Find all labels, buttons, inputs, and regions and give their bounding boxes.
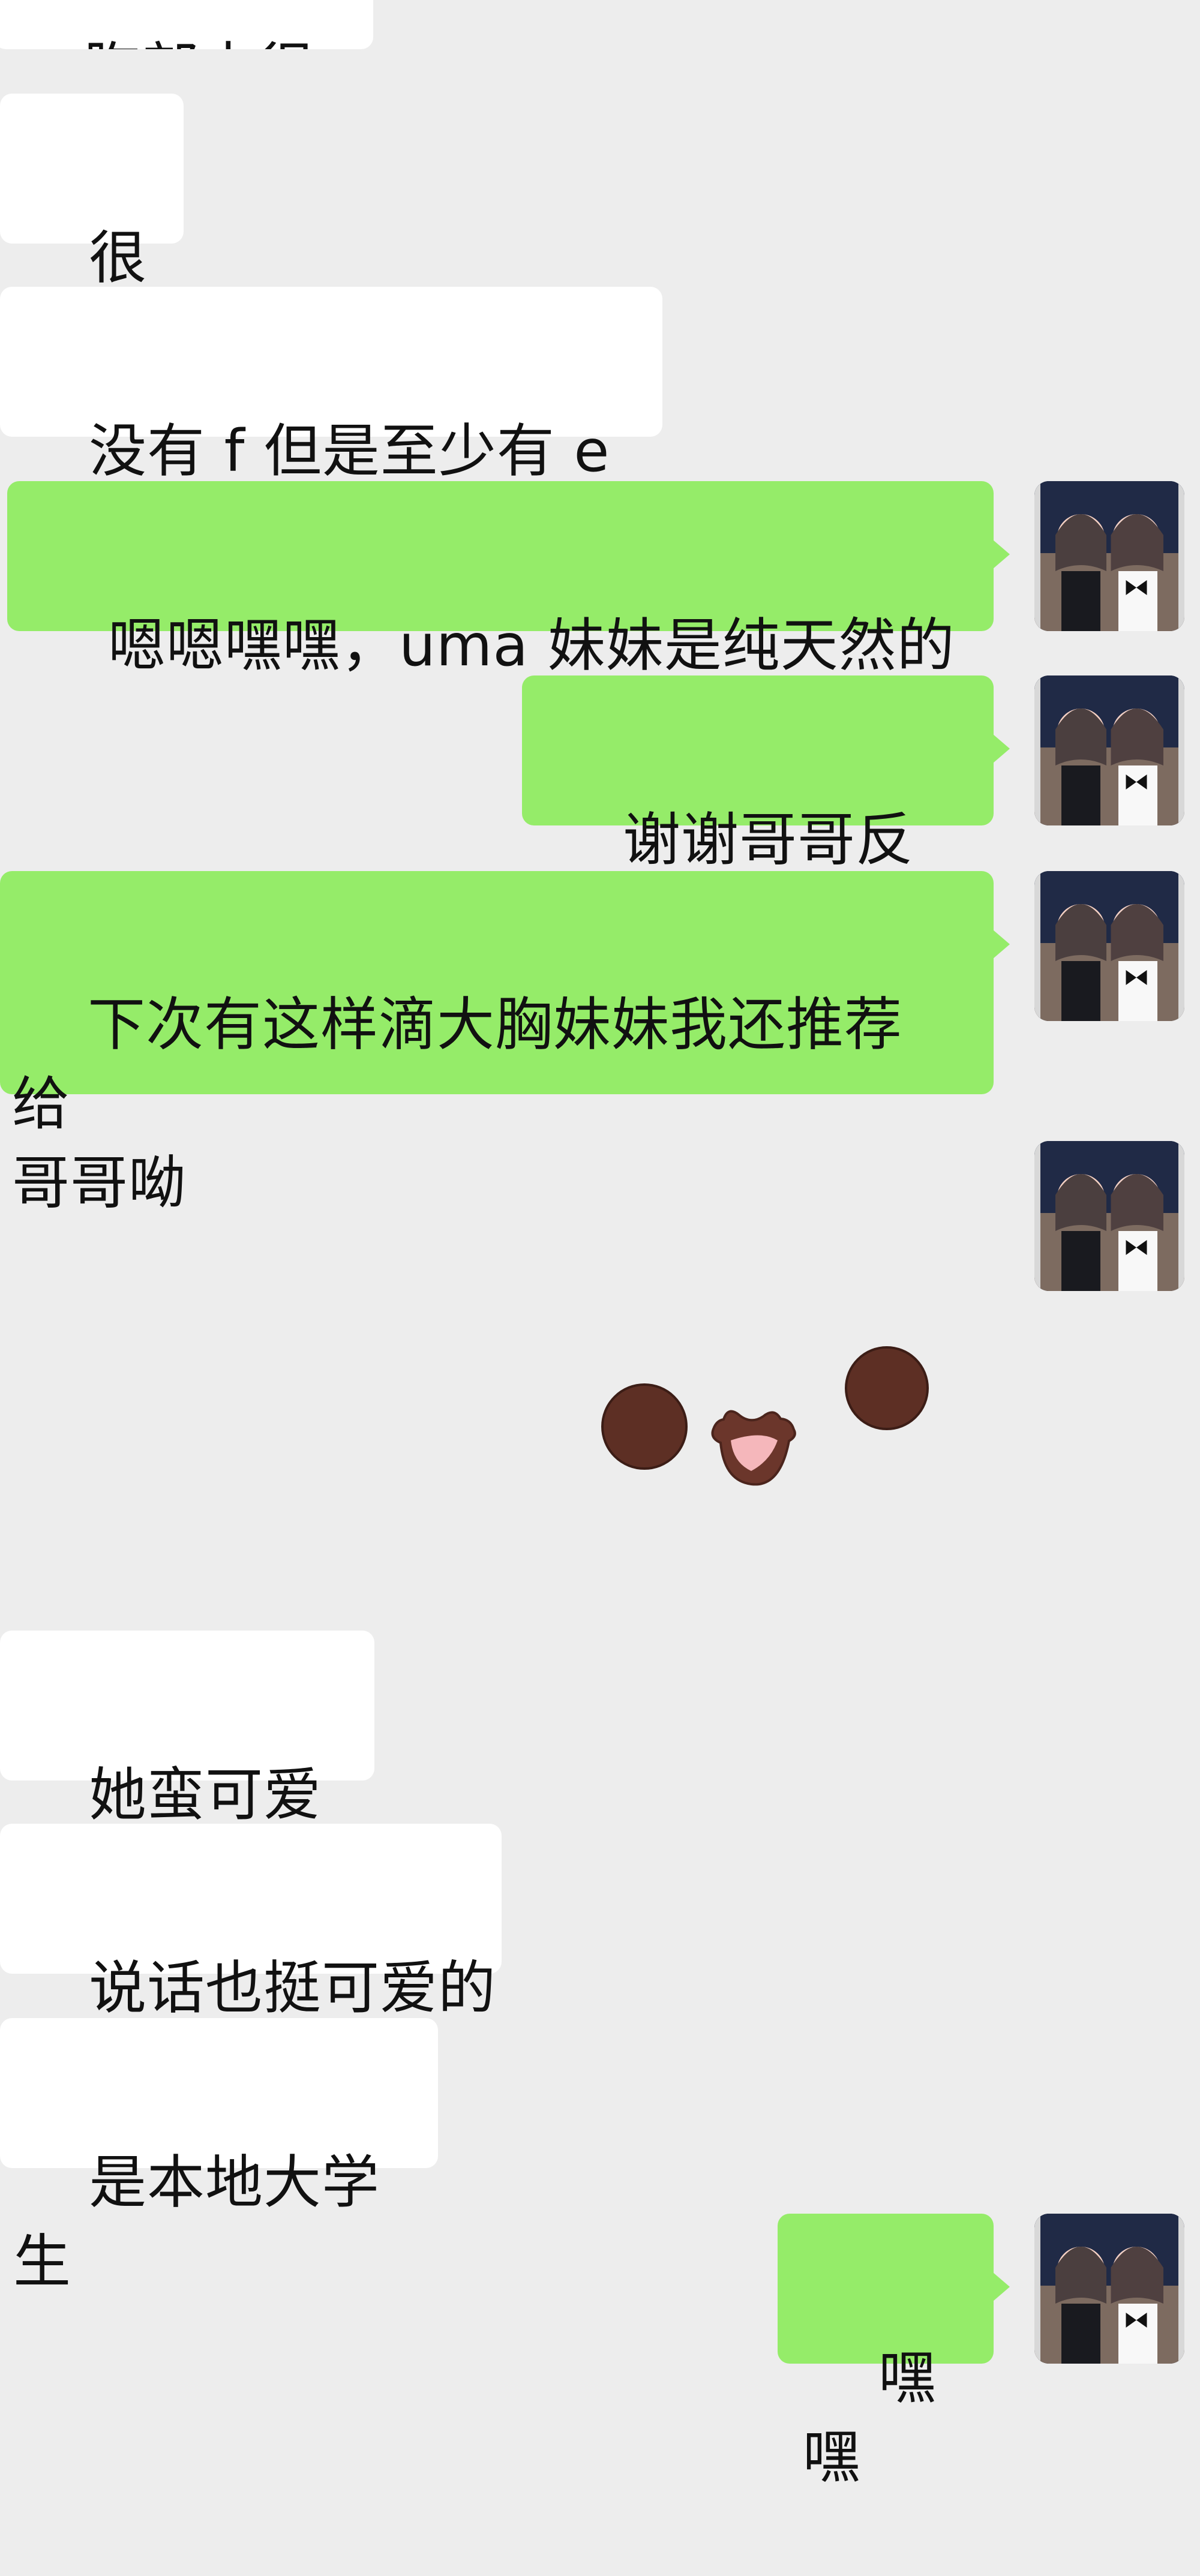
message-right-1-text: 嗯嗯嘿嘿，uma 妹妹是纯天然的 [108, 612, 955, 679]
message-left-4-text: 说话也挺可爱的 [89, 1954, 497, 2022]
cute-face-sticker-icon[interactable] [600, 1332, 936, 1500]
message-right-4-tail [993, 2272, 1010, 2301]
message-right-3-text: 下次有这样滴大胸妹妹我还推荐给 哥哥呦 [12, 991, 903, 1217]
message-left-5: 是本地大学生 [0, 2018, 438, 2295]
message-right-2-tail [993, 734, 1010, 763]
message-right-1-tail [993, 540, 1010, 569]
message-right-4-text: 嘿嘿 [803, 2344, 937, 2491]
avatar-1[interactable] [1034, 481, 1184, 631]
avatar-image [1034, 2214, 1184, 2364]
message-left-1: 很软 [0, 94, 184, 371]
avatar-3[interactable] [1034, 871, 1184, 1021]
message-right-4: 嘿嘿 [778, 2214, 994, 2491]
chat-screen: 胸部夹很大 很软 没有 f 但是至少有 e 了 嗯嗯嘿嘿，uma 妹妹是纯天然的… [0, 0, 1200, 2491]
message-left-4: 说话也挺可爱的 [0, 1824, 502, 2022]
top-partial-text: 胸部夹很大 [7, 36, 316, 49]
avatar-2[interactable] [1034, 675, 1184, 825]
message-right-3-tail [993, 930, 1010, 959]
message-right-1: 嗯嗯嘿嘿，uma 妹妹是纯天然的 [7, 481, 994, 679]
message-left-5-text: 是本地大学生 [13, 2149, 380, 2295]
message-right-2: 谢谢哥哥反馈 [522, 675, 994, 953]
message-left-3: 她蛮可爱的 [0, 1631, 374, 1908]
avatar-5[interactable] [1034, 2214, 1184, 2364]
avatar-image [1034, 1141, 1184, 1291]
avatar-image [1034, 481, 1184, 631]
avatar-image [1034, 871, 1184, 1021]
message-right-3: 下次有这样滴大胸妹妹我还推荐给 哥哥呦 [0, 871, 994, 1217]
top-partial-bubble: 胸部夹很大 [0, 0, 373, 49]
message-left-2: 没有 f 但是至少有 e 了 [0, 287, 662, 564]
avatar-image [1034, 675, 1184, 825]
avatar-4[interactable] [1034, 1141, 1184, 1291]
